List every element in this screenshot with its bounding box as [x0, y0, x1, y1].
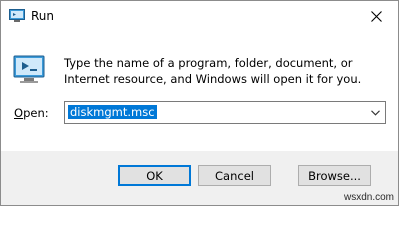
window-title: Run — [31, 9, 55, 23]
close-icon — [370, 11, 382, 22]
open-label-text: pen: — [23, 106, 49, 120]
close-button[interactable] — [354, 1, 398, 32]
watermark: wsxdn.com — [343, 192, 394, 203]
button-bar: OK Cancel Browse... wsxdn.com — [1, 151, 398, 205]
run-icon — [13, 55, 45, 83]
dropdown-button[interactable] — [367, 102, 383, 123]
description-text: Type the name of a program, folder, docu… — [64, 56, 362, 86]
chevron-down-icon — [370, 109, 380, 116]
open-combobox[interactable]: diskmgmt.msc — [64, 101, 386, 124]
ok-button[interactable]: OK — [118, 165, 191, 186]
open-input[interactable]: diskmgmt.msc — [68, 105, 157, 119]
title-bar[interactable]: Run — [1, 1, 398, 32]
run-app-icon — [9, 9, 25, 22]
open-label-accelerator: O — [14, 106, 24, 120]
open-label: Open: — [14, 106, 49, 120]
cancel-button[interactable]: Cancel — [198, 165, 271, 186]
run-dialog: Run Type the name of a program, folder, … — [0, 0, 399, 206]
browse-button[interactable]: Browse... — [298, 165, 371, 186]
